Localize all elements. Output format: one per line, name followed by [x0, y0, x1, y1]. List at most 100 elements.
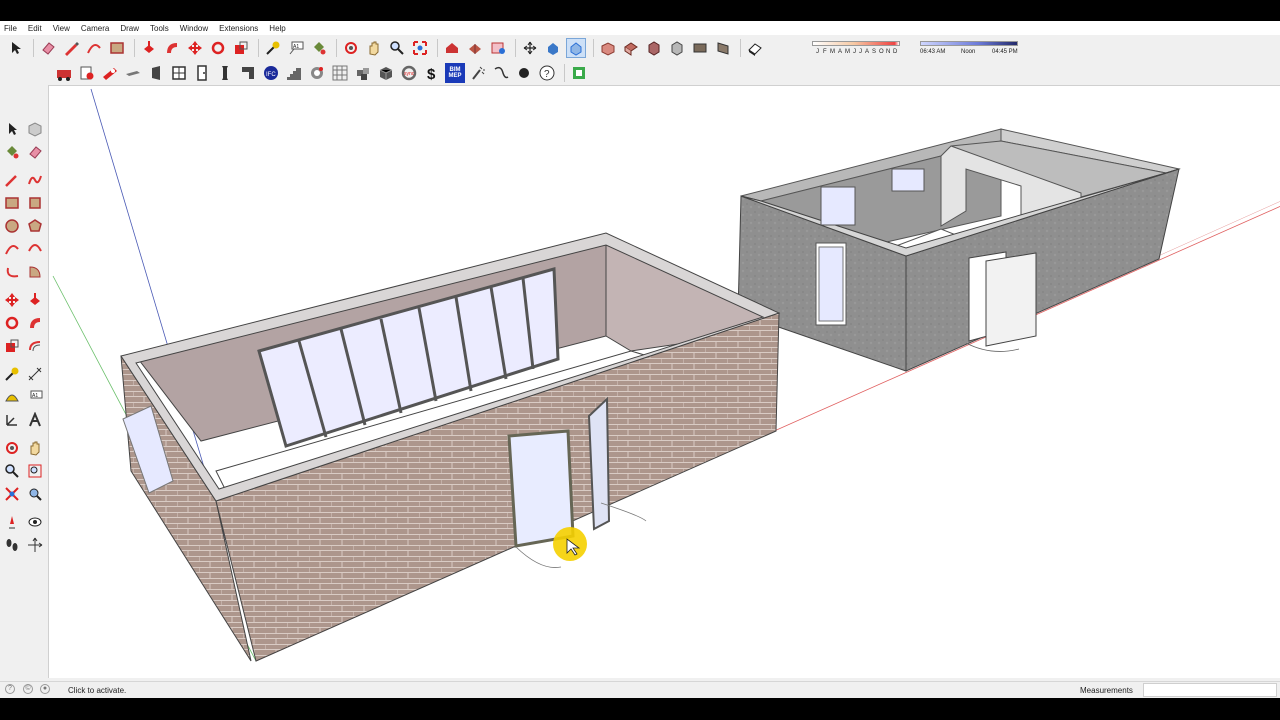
export-icon[interactable] — [569, 63, 589, 83]
block-icon[interactable] — [353, 63, 373, 83]
3d-text-icon[interactable] — [25, 410, 45, 430]
walk-icon[interactable] — [2, 535, 22, 555]
warehouse-icon[interactable] — [442, 38, 462, 58]
measurements-input[interactable] — [1143, 683, 1277, 697]
shadow-toggle-icon[interactable] — [745, 38, 765, 58]
two-point-arc-icon[interactable] — [25, 239, 45, 259]
scale-icon[interactable] — [231, 38, 251, 58]
menu-extensions[interactable]: Extensions — [219, 24, 258, 33]
eraser-icon[interactable] — [25, 142, 45, 162]
menu-window[interactable]: Window — [180, 24, 208, 33]
grid-icon[interactable] — [330, 63, 350, 83]
tape-measure-icon[interactable] — [2, 364, 22, 384]
zoom-extents-icon[interactable] — [410, 38, 430, 58]
time-slider[interactable] — [920, 41, 1018, 46]
door-icon[interactable] — [123, 63, 143, 83]
tape-measure-icon[interactable] — [263, 38, 283, 58]
bim-mep-icon[interactable]: BIM MEP — [445, 63, 465, 83]
menu-view[interactable]: View — [53, 24, 70, 33]
polygon-icon[interactable] — [25, 216, 45, 236]
user-icon[interactable]: ● — [40, 684, 50, 694]
model-info-icon[interactable] — [77, 63, 97, 83]
geo-location-icon[interactable]: ? — [5, 684, 15, 694]
right-view-icon[interactable] — [667, 38, 687, 58]
rotated-rectangle-icon[interactable] — [25, 193, 45, 213]
follow-me-icon[interactable] — [162, 38, 182, 58]
menu-camera[interactable]: Camera — [81, 24, 109, 33]
stair-icon[interactable] — [238, 63, 258, 83]
help-icon[interactable]: ? — [537, 63, 557, 83]
text-label-icon[interactable]: A1 — [25, 387, 45, 407]
cube-icon[interactable] — [376, 63, 396, 83]
iso-view-icon[interactable] — [598, 38, 618, 58]
layout-icon[interactable] — [488, 38, 508, 58]
pan-icon[interactable] — [364, 38, 384, 58]
push-pull-icon[interactable] — [139, 38, 159, 58]
sync-icon[interactable]: sync — [399, 63, 419, 83]
extension-warehouse-icon[interactable] — [465, 38, 485, 58]
rotate-icon[interactable] — [2, 313, 22, 333]
protractor-icon[interactable] — [2, 387, 22, 407]
three-point-arc-icon[interactable] — [2, 262, 22, 282]
brick-room[interactable] — [120, 232, 781, 662]
menu-file[interactable]: File — [4, 24, 17, 33]
paint-bucket-icon[interactable] — [309, 38, 329, 58]
component-icon[interactable] — [54, 63, 74, 83]
left-view-icon[interactable] — [713, 38, 733, 58]
freehand-icon[interactable] — [25, 170, 45, 190]
offset-icon[interactable] — [25, 336, 45, 356]
top-view-icon[interactable] — [621, 38, 641, 58]
circle-icon[interactable] — [2, 216, 22, 236]
text-label-icon[interactable]: A1 — [286, 38, 306, 58]
rectangle-icon[interactable] — [107, 38, 127, 58]
push-pull-icon[interactable] — [25, 290, 45, 310]
credits-icon[interactable]: © — [23, 684, 33, 694]
eraser-icon[interactable] — [38, 38, 58, 58]
zoom-window-icon[interactable] — [25, 461, 45, 481]
look-around-icon[interactable] — [25, 512, 45, 532]
pan-icon[interactable] — [25, 438, 45, 458]
pie-icon[interactable] — [25, 262, 45, 282]
move-icon[interactable] — [2, 290, 22, 310]
menu-help[interactable]: Help — [269, 24, 285, 33]
arc-icon[interactable] — [84, 38, 104, 58]
section-icon[interactable] — [543, 38, 563, 58]
arc-icon[interactable] — [2, 239, 22, 259]
gear-icon[interactable] — [307, 63, 327, 83]
ruler-icon[interactable] — [100, 63, 120, 83]
back-view-icon[interactable] — [690, 38, 710, 58]
zoom-extents-icon[interactable] — [2, 484, 22, 504]
previous-view-icon[interactable] — [25, 484, 45, 504]
wall-icon[interactable] — [169, 63, 189, 83]
xray-icon[interactable] — [566, 38, 586, 58]
dollar-icon[interactable]: $ — [422, 63, 442, 83]
stair-steps-icon[interactable] — [284, 63, 304, 83]
shadow-settings[interactable]: J F M A M J J A S O N D 06:43 AM Noon 04… — [812, 39, 1047, 59]
column-icon[interactable] — [192, 63, 212, 83]
component-icon[interactable] — [25, 119, 45, 139]
menu-draw[interactable]: Draw — [120, 24, 139, 33]
select-icon[interactable] — [2, 119, 22, 139]
move-icon[interactable] — [185, 38, 205, 58]
menu-tools[interactable]: Tools — [150, 24, 169, 33]
axis-icon[interactable] — [2, 410, 22, 430]
menu-edit[interactable]: Edit — [28, 24, 42, 33]
date-slider[interactable] — [812, 41, 900, 46]
select-icon[interactable] — [6, 38, 26, 58]
concrete-room[interactable] — [737, 128, 1181, 372]
model-viewport[interactable] — [48, 85, 1280, 678]
orbit-icon[interactable] — [2, 438, 22, 458]
chain-icon[interactable] — [491, 63, 511, 83]
ifc-icon[interactable]: IFC — [261, 63, 281, 83]
pencil-line-icon[interactable] — [61, 38, 81, 58]
section-plane-icon[interactable] — [25, 535, 45, 555]
zoom-icon[interactable] — [2, 461, 22, 481]
position-camera-icon[interactable] — [2, 512, 22, 532]
dot-icon[interactable] — [514, 63, 534, 83]
beam-icon[interactable] — [215, 63, 235, 83]
front-view-icon[interactable] — [644, 38, 664, 58]
window-icon[interactable] — [146, 63, 166, 83]
scale-icon[interactable] — [2, 336, 22, 356]
line-icon[interactable] — [2, 170, 22, 190]
rotate-icon[interactable] — [208, 38, 228, 58]
